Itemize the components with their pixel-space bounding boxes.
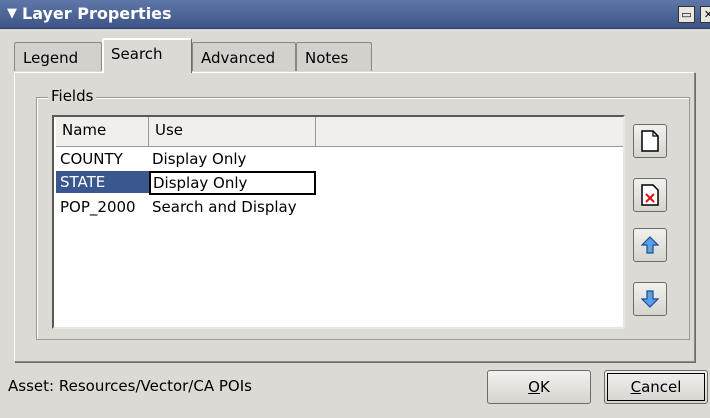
tab-label: Advanced <box>201 49 276 67</box>
remove-field-button[interactable] <box>633 178 667 212</box>
table-row[interactable]: COUNTY Display Only <box>56 148 623 170</box>
close-button[interactable]: ✕ <box>700 6 710 23</box>
delete-document-icon <box>641 184 659 206</box>
ok-mnemonic: O <box>528 378 540 396</box>
field-use-editor[interactable]: Display Only <box>149 171 316 195</box>
asset-info: Asset: Resources/Vector/CA POIs <box>8 377 252 395</box>
tab-label: Notes <box>305 49 349 67</box>
field-name-cell[interactable]: STATE <box>56 171 149 193</box>
tab-legend[interactable]: Legend <box>14 42 102 71</box>
close-icon: ✕ <box>703 8 710 21</box>
tab-advanced[interactable]: Advanced <box>192 42 296 71</box>
tab-label: Search <box>111 45 163 63</box>
field-name-cell[interactable]: COUNTY <box>60 150 123 168</box>
ok-button[interactable]: OK <box>487 370 591 404</box>
field-use-cell[interactable]: Display Only <box>152 150 246 168</box>
asset-path: Resources/Vector/CA POIs <box>58 377 252 395</box>
maximize-button[interactable]: ▭ <box>678 6 695 23</box>
fields-list[interactable]: Name Use COUNTY Display Only STATE Displ… <box>52 115 625 329</box>
asset-label: Asset: <box>8 377 55 395</box>
tab-notes[interactable]: Notes <box>296 42 372 71</box>
cancel-button[interactable]: Cancel <box>604 370 708 404</box>
chevron-down-icon[interactable]: ▼ <box>4 6 20 22</box>
cancel-mnemonic: C <box>630 378 642 396</box>
column-header-name[interactable]: Name <box>56 117 149 146</box>
column-header-use[interactable]: Use <box>149 117 316 146</box>
title-bar[interactable]: ▼ Layer Properties ▭ ✕ <box>0 0 710 29</box>
move-up-button[interactable] <box>633 228 667 262</box>
table-row[interactable]: POP_2000 Search and Display <box>56 196 623 218</box>
move-up-icon <box>641 236 659 254</box>
list-header: Name Use <box>56 117 623 147</box>
field-use-cell[interactable]: Search and Display <box>152 198 297 216</box>
tab-search[interactable]: Search <box>102 38 192 73</box>
window-title: Layer Properties <box>22 4 172 23</box>
move-down-button[interactable] <box>633 282 667 316</box>
table-row[interactable]: STATE Display Only <box>56 171 623 195</box>
field-name-cell[interactable]: POP_2000 <box>60 198 136 216</box>
tab-label: Legend <box>23 49 79 67</box>
cancel-label-rest: ancel <box>641 378 682 396</box>
move-down-icon <box>641 290 659 308</box>
maximize-icon: ▭ <box>681 8 692 21</box>
fields-group-label: Fields <box>48 87 97 105</box>
ok-label-rest: K <box>539 378 550 396</box>
new-document-icon <box>641 130 659 152</box>
add-field-button[interactable] <box>633 124 667 158</box>
